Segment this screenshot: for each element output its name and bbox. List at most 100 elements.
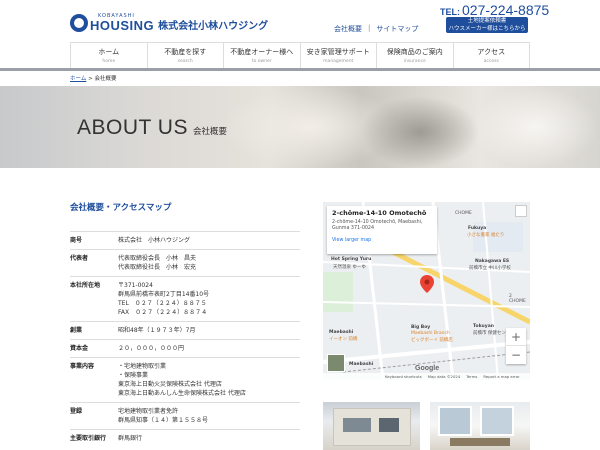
map-label: 前橋市立 中川小学校 [469, 266, 511, 271]
photo-window-shape [480, 406, 514, 436]
office-interior-photo [430, 402, 530, 450]
nav-sublabel: home [102, 59, 116, 64]
logo-icon [70, 14, 88, 32]
nav-item-home[interactable]: ホーム home [70, 43, 148, 68]
map-label: 天然温泉 ゆーゆ [333, 265, 366, 270]
map-label: イーオン 前橋 [329, 337, 358, 342]
row-value: 昭和48年（１９７３年）7月 [118, 326, 300, 335]
main-nav: ホーム home 不動産を探す search 不動産オーナー様へ to owne… [70, 42, 530, 68]
row-label: 主要取引銀行 [70, 435, 107, 442]
nav-label: 不動産を探す [164, 48, 207, 56]
land-proposal-banner[interactable]: 土地提案依頼書 ハウスメーカー様はこちらから [446, 17, 528, 33]
breadcrumb-home-link[interactable]: ホーム [70, 76, 86, 82]
breadcrumb-separator: > [88, 76, 93, 82]
row-value-line: 群馬県知事（１４）第１５５８号 [118, 417, 209, 424]
map-label: Maebashi [329, 330, 354, 335]
breadcrumb-current: 会社概要 [94, 76, 117, 82]
logo-japanese-text: 株式会社小林ハウジング [158, 20, 269, 32]
table-row: 商号 株式会社 小林ハウジング [70, 231, 300, 249]
hero-title-english: ABOUT US [77, 116, 188, 139]
map-label: Big Boy [411, 325, 431, 330]
row-value-line: 群馬県前橋市表町2丁目14番10号 [118, 291, 210, 298]
table-row: 事業内容 ・宅地建物取引業 ・保険事業 東京海上日動火災保険株式会社 代理店 東… [70, 357, 300, 402]
nav-label: アクセス [477, 48, 506, 56]
banner-line-1: 土地提案依頼書 [467, 18, 507, 24]
hero-background-shape [470, 86, 600, 168]
photo-window-shape [379, 418, 399, 432]
map-label: Maebashi [349, 362, 374, 367]
nav-item-access[interactable]: アクセス access [454, 43, 530, 68]
company-logo[interactable]: KOBAYASHI HOUSING 株式会社小林ハウジング [70, 14, 268, 32]
row-value-line: 宅地建物取引業者免許 [118, 408, 179, 415]
logo-english-text: HOUSING [90, 18, 155, 33]
nav-label: 保険商品のご案内 [386, 48, 443, 56]
report-error-link[interactable]: Report a map error [483, 374, 519, 380]
photo-desk-shape [450, 438, 510, 446]
map-card-address-line: Gunma 371-0024 [332, 226, 375, 231]
nav-label: ホーム [98, 48, 120, 56]
nav-sublabel: to owner [251, 59, 272, 64]
nav-label: 不動産オーナー様へ [230, 48, 294, 56]
row-value: 〒371-0024 群馬県前橋市表町2丁目14番10号 TEL ０２７（２２４）… [118, 281, 300, 317]
map-label: 小さな書家 福たり [467, 233, 505, 238]
site-header: KOBAYASHI HOUSING 株式会社小林ハウジング 会社概要 | サイト… [0, 0, 600, 42]
row-label: 事業内容 [70, 363, 95, 370]
map-pin-icon[interactable] [420, 275, 434, 293]
google-logo: Google [415, 365, 440, 372]
row-value: 宅地建物取引業者免許 群馬県知事（１４）第１５５８号 [118, 407, 300, 425]
nav-item-insurance[interactable]: 保険商品のご案内 insurance [377, 43, 454, 68]
map-card-title: 2-chōme-14-10 Omotechō [332, 209, 427, 217]
row-value-line: ・保険事業 [118, 372, 149, 379]
row-value-line: 〒371-0024 [118, 282, 153, 289]
row-label: 資本金 [70, 345, 89, 352]
nav-sublabel: insurance [403, 59, 426, 64]
keyboard-shortcuts-link[interactable]: Keyboard shortcuts [385, 374, 422, 380]
zoom-in-button[interactable]: + [506, 328, 526, 346]
satellite-toggle[interactable] [327, 354, 345, 372]
nav-item-owner[interactable]: 不動産オーナー様へ to owner [224, 43, 301, 68]
table-row: 代表者 代表取締役会長 小林 昌夫 代表取締役社長 小林 宏充 [70, 249, 300, 276]
nav-label: 安き家管理サポート [306, 48, 370, 56]
map-label: ビッグボーイ 前橋店 [411, 338, 453, 343]
map-label: Maebashi Branch [411, 331, 450, 336]
map-data-credit: Map data ©2024 [427, 374, 461, 379]
row-label: 登録 [70, 408, 83, 415]
row-value: 代表取締役会長 小林 昌夫 代表取締役社長 小林 宏充 [118, 254, 300, 272]
terms-link[interactable]: Terms [466, 374, 477, 380]
view-larger-map-link[interactable]: View larger map [332, 238, 432, 243]
map-footer: Keyboard shortcuts Map data ©2024 Terms … [323, 373, 530, 380]
row-value-line: ・宅地建物取引業 [118, 363, 167, 370]
zoom-out-button[interactable]: − [506, 346, 526, 364]
table-row: 資本金 ２０，０００，０００円 [70, 339, 300, 357]
row-value-line: 東京海上日動火災保険株式会社 代理店 [118, 381, 222, 388]
nav-item-management[interactable]: 安き家管理サポート management [301, 43, 377, 68]
nav-sublabel: management [323, 59, 354, 64]
nav-sublabel: access [483, 59, 499, 64]
table-row: 本社所在地 〒371-0024 群馬県前橋市表町2丁目14番10号 TEL ０２… [70, 276, 300, 321]
map-zoom-controls: + − [506, 328, 526, 364]
breadcrumb: ホーム > 会社概要 [70, 74, 116, 82]
nav-item-search[interactable]: 不動産を探す search [148, 43, 224, 68]
company-info-table: 商号 株式会社 小林ハウジング 代表者 代表取締役会長 小林 昌夫 代表取締役社… [70, 231, 300, 447]
map-label: CHOME [455, 211, 472, 216]
nav-divider-bar [0, 68, 600, 71]
hero-title: ABOUT US 会社概要 [77, 116, 227, 140]
row-value: 株式会社 小林ハウジング [118, 236, 300, 245]
row-value-line: 代表取締役会長 小林 昌夫 [118, 255, 197, 262]
phone-label: TEL: [440, 7, 460, 17]
office-exterior-photo [323, 402, 420, 450]
phone-value: 027-224-8875 [462, 2, 550, 18]
map-card-address: 2-chōme-14-10 Omotechō, Maebashi, Gunma … [332, 220, 432, 232]
phone-number: TEL: 027-224-8875 [440, 2, 549, 18]
section-title: 会社概要・アクセスマップ [70, 203, 172, 213]
google-map[interactable]: CHOME Fukuya 小さな書家 福たり Nakagawa ES 前橋市立 … [323, 202, 530, 380]
nav-sublabel: search [177, 59, 193, 64]
map-info-card: 2-chōme-14-10 Omotechō 2-chōme-14-10 Omo… [327, 206, 437, 254]
row-value-line: 株式会社 小林ハウジング [118, 237, 191, 244]
fullscreen-icon[interactable] [515, 205, 527, 217]
top-link-company[interactable]: 会社概要 [334, 24, 362, 34]
photo-window-shape [438, 406, 472, 436]
top-link-sitemap[interactable]: サイトマップ [376, 24, 418, 34]
row-value-line: FAX ０２７（２２４）８８７４ [118, 309, 208, 316]
table-row: 創業 昭和48年（１９７３年）7月 [70, 321, 300, 339]
